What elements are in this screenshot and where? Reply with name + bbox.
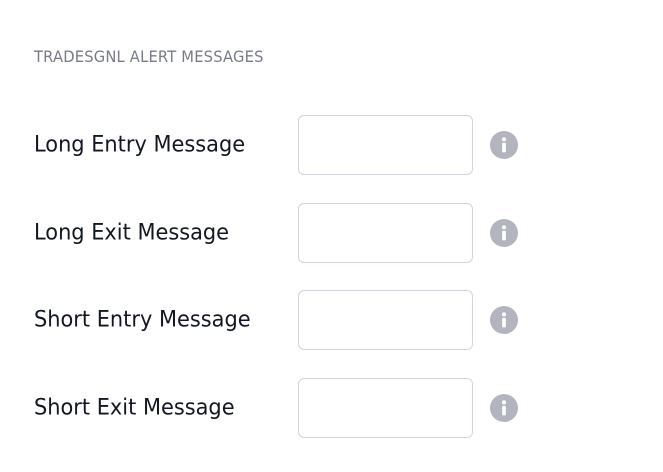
info-icon[interactable]: [490, 131, 518, 159]
short-entry-message-input[interactable]: [298, 290, 473, 350]
long-exit-message-row: Long Exit Message: [0, 203, 663, 263]
long-exit-message-label: Long Exit Message: [34, 220, 230, 246]
info-icon[interactable]: [490, 219, 518, 247]
short-exit-message-row: Short Exit Message: [0, 378, 663, 438]
short-entry-message-row: Short Entry Message: [0, 290, 663, 350]
short-exit-message-input[interactable]: [298, 378, 473, 438]
short-exit-message-label: Short Exit Message: [34, 395, 235, 421]
info-icon[interactable]: [490, 306, 518, 334]
info-icon[interactable]: [490, 394, 518, 422]
long-entry-message-input[interactable]: [298, 115, 473, 175]
short-entry-message-label: Short Entry Message: [34, 307, 251, 333]
section-title: TRADESGNL ALERT MESSAGES: [34, 47, 264, 66]
long-entry-message-label: Long Entry Message: [34, 132, 246, 158]
long-exit-message-input[interactable]: [298, 203, 473, 263]
long-entry-message-row: Long Entry Message: [0, 115, 663, 175]
